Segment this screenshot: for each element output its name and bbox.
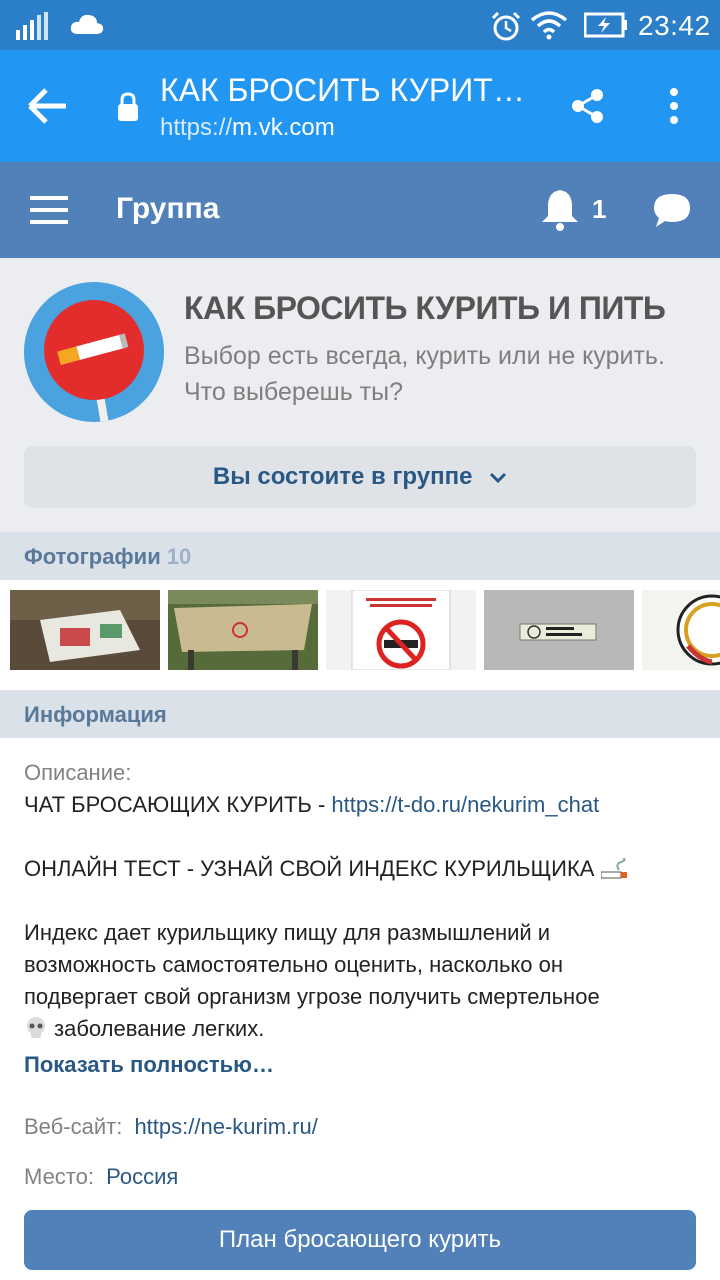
- url-bar[interactable]: https://m.vk.com: [160, 114, 335, 142]
- header-title: Группа: [116, 192, 220, 225]
- photo-thumbnail[interactable]: [10, 590, 160, 670]
- test-text: ОНЛАЙН ТЕСТ - УЗНАЙ СВОЙ ИНДЕКС КУРИЛЬЩИ…: [24, 856, 595, 881]
- share-icon[interactable]: [568, 86, 608, 126]
- info-header: Информация: [0, 690, 720, 738]
- page-title[interactable]: КАК БРОСИТЬ КУРИТ…: [160, 72, 540, 109]
- description-line: Индекс дает курильщику пищу для размышле…: [24, 920, 551, 945]
- photos-strip: [0, 580, 720, 690]
- photos-header[interactable]: Фотографии 10: [0, 532, 720, 580]
- chevron-down-icon: [490, 472, 507, 483]
- website-label: Веб-сайт:: [24, 1114, 123, 1139]
- description-line-last: заболевание легких.: [24, 1016, 264, 1042]
- description-label: Описание:: [24, 760, 132, 785]
- status-bar: 23:42: [0, 0, 720, 50]
- photo-thumbnail[interactable]: [484, 590, 634, 670]
- bell-icon[interactable]: [540, 188, 580, 232]
- lock-icon: [118, 92, 138, 121]
- cloud-icon: [70, 14, 104, 34]
- description-line: подвергает свой организм угрозе получить…: [24, 984, 600, 1009]
- membership-button[interactable]: Вы состоите в группе: [24, 446, 696, 508]
- place-row: Место: Россия: [24, 1164, 178, 1190]
- url-host: m.vk.com: [232, 114, 335, 141]
- no-smoking-logo-icon: [24, 282, 164, 422]
- place-label: Место:: [24, 1164, 94, 1189]
- show-more-link[interactable]: Показать полностью…: [24, 1052, 274, 1078]
- messages-icon[interactable]: [652, 192, 692, 230]
- clock: 23:42: [638, 10, 711, 41]
- url-scheme: https://: [160, 114, 233, 141]
- website-row: Веб-сайт: https://ne-kurim.ru/: [24, 1114, 318, 1140]
- photos-count: 10: [166, 544, 192, 569]
- battery-charging-icon: [584, 12, 627, 38]
- photo-thumbnail[interactable]: [326, 590, 476, 670]
- chat-link[interactable]: https://t-do.ru/nekurim_chat: [331, 792, 599, 817]
- more-vertical-icon[interactable]: [664, 86, 684, 126]
- chat-text: ЧАТ БРОСАЮЩИХ КУРИТЬ -: [24, 792, 332, 817]
- group-avatar[interactable]: [24, 282, 164, 422]
- chat-line: ЧАТ БРОСАЮЩИХ КУРИТЬ - https://t-do.ru/n…: [24, 792, 599, 818]
- group-title: КАК БРОСИТЬ КУРИТЬ И ПИТЬ: [184, 290, 666, 326]
- website-link[interactable]: https://ne-kurim.ru/: [134, 1114, 317, 1139]
- browser-toolbar: КАК БРОСИТЬ КУРИТ… https://m.vk.com: [0, 50, 720, 162]
- info-section: Описание: ЧАТ БРОСАЮЩИХ КУРИТЬ - https:/…: [0, 738, 720, 1280]
- wifi-icon: [530, 11, 568, 40]
- hamburger-menu-icon[interactable]: [30, 196, 68, 224]
- notification-count[interactable]: 1: [592, 194, 606, 225]
- vk-header: Группа 1: [0, 162, 720, 258]
- membership-label: Вы состоите в группе: [212, 463, 473, 490]
- plan-button[interactable]: План бросающего курить: [24, 1210, 696, 1270]
- description-line: возможность самостоятельно оценить, наск…: [24, 952, 564, 977]
- back-arrow-icon[interactable]: [26, 86, 70, 126]
- signal-icon: [16, 12, 48, 40]
- group-card: КАК БРОСИТЬ КУРИТЬ И ПИТЬ Выбор есть все…: [0, 258, 720, 532]
- cigarette-emoji-icon: [600, 858, 627, 879]
- skull-emoji-icon: [27, 1017, 45, 1038]
- description-text: заболевание легких.: [54, 1016, 265, 1041]
- test-line: ОНЛАЙН ТЕСТ - УЗНАЙ СВОЙ ИНДЕКС КУРИЛЬЩИ…: [24, 856, 629, 882]
- photo-thumbnail[interactable]: [642, 590, 720, 670]
- photos-header-label: Фотографии: [24, 544, 161, 569]
- alarm-icon: [491, 11, 521, 41]
- group-status: Выбор есть всегда, курить или не курить.…: [184, 342, 665, 406]
- place-link[interactable]: Россия: [106, 1164, 178, 1189]
- photo-thumbnail[interactable]: [168, 590, 318, 670]
